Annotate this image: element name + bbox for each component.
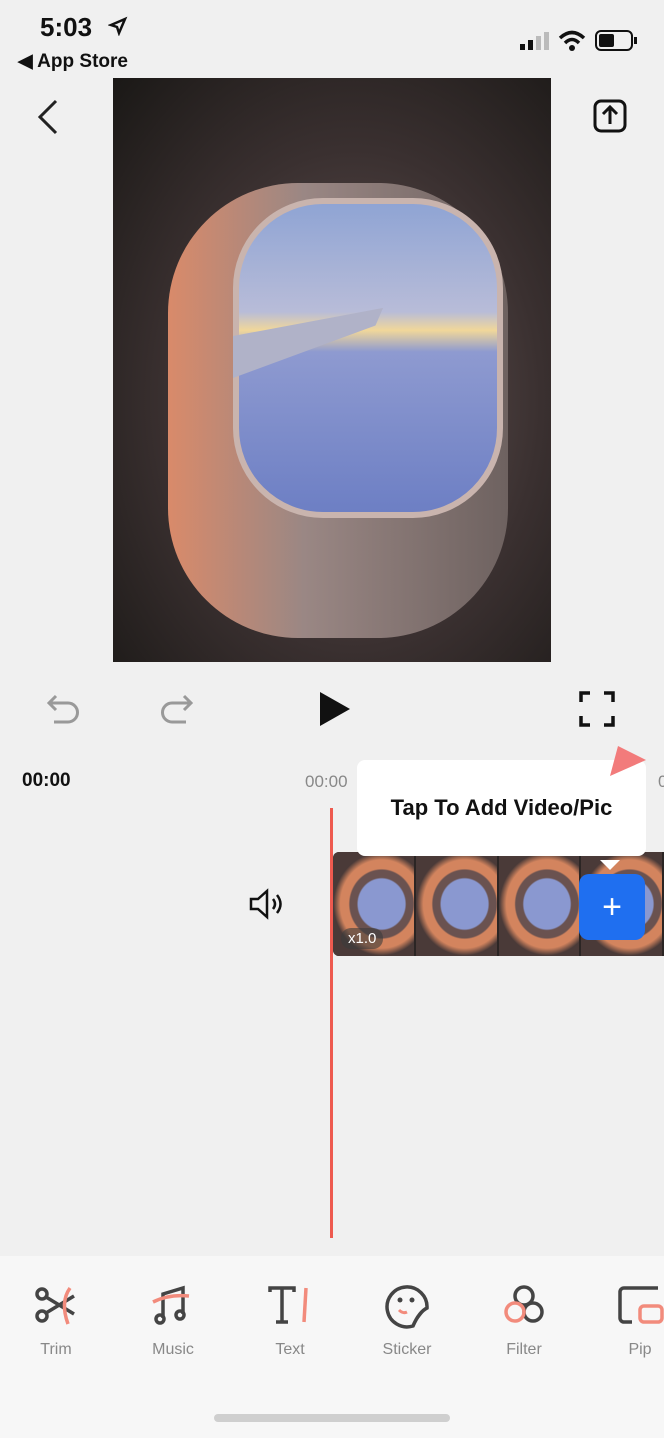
home-indicator (214, 1414, 450, 1422)
ruler-time: 00:00 (305, 772, 348, 791)
redo-icon[interactable] (158, 692, 194, 726)
playhead[interactable] (330, 808, 333, 1238)
tool-label: Text (275, 1341, 305, 1358)
signal-icon (520, 32, 549, 50)
ruler-time-next: 0 (658, 772, 664, 791)
current-time: 00:00 (22, 770, 71, 791)
tool-pip[interactable]: Pip (600, 1282, 664, 1359)
tool-text[interactable]: Text (250, 1282, 330, 1359)
add-media-button[interactable]: + (579, 874, 645, 940)
volume-icon[interactable] (248, 888, 288, 920)
tool-music[interactable]: Music (133, 1282, 213, 1359)
tool-trim[interactable]: Trim (16, 1282, 96, 1359)
tool-label: Music (152, 1341, 194, 1358)
bottom-toolbar (0, 1256, 664, 1438)
tooltip-text: Tap To Add Video/Pic (390, 795, 613, 820)
scissors-icon (35, 1286, 75, 1325)
tool-label: Filter (506, 1341, 542, 1358)
export-icon[interactable] (592, 98, 628, 134)
wifi-icon (558, 30, 586, 51)
text-icon (268, 1286, 308, 1324)
play-icon[interactable] (318, 690, 352, 728)
tool-sticker[interactable]: Sticker (367, 1282, 447, 1359)
battery-icon (595, 30, 637, 51)
flag-decoration-icon (610, 746, 646, 776)
tool-label: Sticker (382, 1341, 432, 1358)
tool-filter[interactable]: Filter (484, 1282, 564, 1359)
tool-label: Pip (628, 1341, 652, 1358)
filter-icon (504, 1285, 544, 1323)
sticker-icon (385, 1285, 429, 1329)
tool-label: Trim (40, 1341, 72, 1358)
add-media-tooltip: Tap To Add Video/Pic (357, 760, 646, 870)
back-icon[interactable] (34, 98, 64, 136)
clip-speed-badge: x1.0 (341, 928, 384, 949)
undo-icon[interactable] (46, 692, 82, 726)
fullscreen-icon[interactable] (579, 691, 615, 727)
video-preview[interactable] (113, 78, 551, 662)
location-icon (108, 16, 128, 36)
status-time: 5:03 (40, 12, 93, 42)
music-icon (152, 1285, 190, 1325)
back-to-app-store[interactable]: ◀ App Store (18, 50, 128, 73)
pip-icon (618, 1286, 664, 1324)
